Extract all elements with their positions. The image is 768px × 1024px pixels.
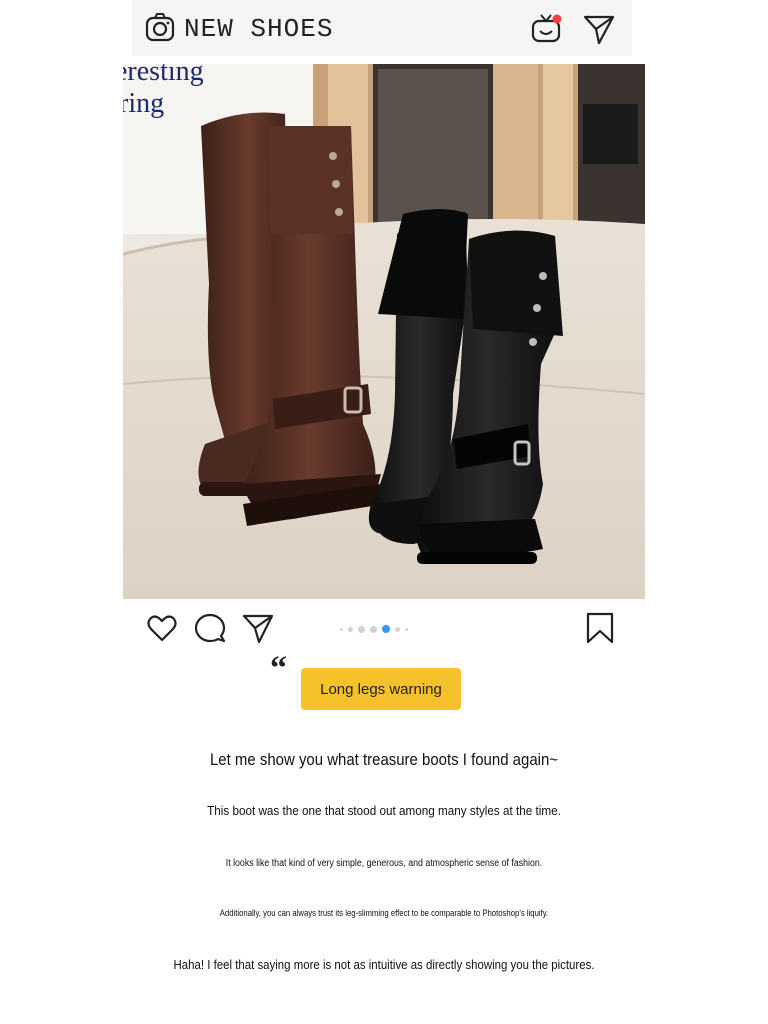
share-icon[interactable] — [242, 612, 274, 644]
caption-line-4: Additionally, you can always trust its l… — [219, 908, 549, 918]
action-bar — [0, 600, 768, 658]
caption-line-3: It looks like that kind of very simple, … — [225, 858, 543, 869]
caption-line-1: Let me show you what treasure boots I fo… — [209, 750, 559, 769]
caption-line-5: Haha! I feel that saying more is not as … — [173, 957, 595, 972]
tag-badge: Long legs warning — [301, 668, 461, 710]
heart-icon[interactable] — [146, 612, 178, 644]
brand-title: NEW SHOES — [184, 14, 334, 44]
tag-label: Long legs warning — [320, 680, 442, 698]
camera-icon[interactable] — [144, 12, 176, 44]
carousel-dot — [340, 627, 343, 631]
carousel-dot — [358, 625, 365, 633]
comment-icon[interactable] — [194, 612, 226, 644]
poster-text-1: eresting — [123, 64, 204, 87]
poster-text-2: ring — [123, 88, 164, 119]
carousel-dot — [405, 627, 408, 631]
carousel-indicator — [340, 624, 408, 634]
bookmark-icon[interactable] — [584, 612, 616, 644]
boots-photo: eresting ring — [123, 64, 645, 599]
carousel-dot — [382, 625, 390, 633]
carousel-dot — [395, 626, 400, 632]
post-image[interactable]: eresting ring — [123, 64, 645, 599]
carousel-dot — [370, 625, 377, 633]
top-bar: NEW SHOES — [132, 0, 632, 56]
send-icon[interactable] — [582, 12, 616, 46]
notification-dot — [552, 14, 562, 24]
quote-mark: “ — [270, 650, 287, 687]
caption-line-2: This boot was the one that stood out amo… — [207, 803, 561, 818]
tv-icon[interactable] — [530, 12, 564, 46]
carousel-dot — [348, 626, 353, 632]
